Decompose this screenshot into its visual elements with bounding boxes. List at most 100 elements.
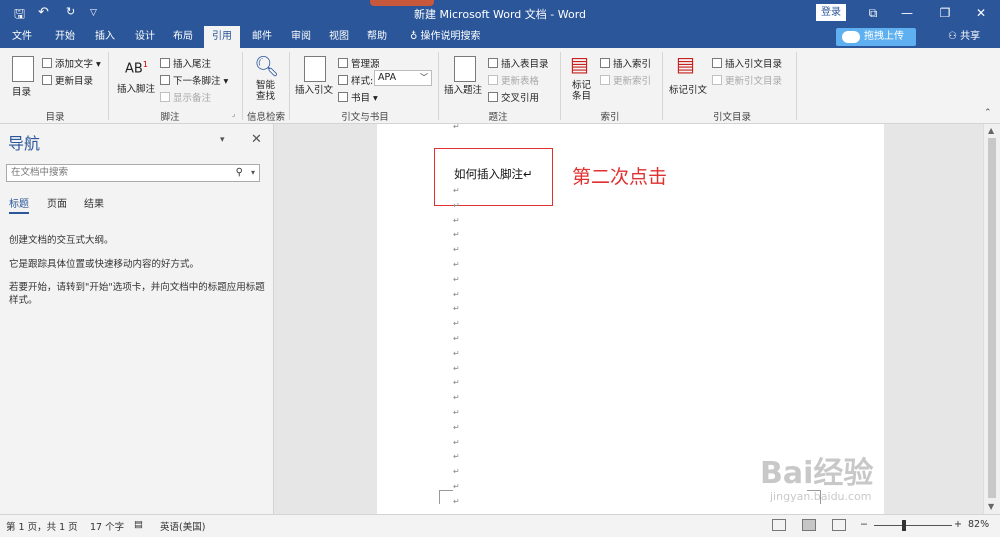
tab-view[interactable]: 视图 <box>322 26 356 48</box>
baidu-watermark: Bai经验 jingyan.baidu.com <box>748 440 948 520</box>
group-label-toc: 目录 <box>45 112 65 123</box>
insert-footnote-button[interactable]: 插入脚注 <box>117 81 155 95</box>
vertical-scrollbar[interactable]: ▲ ▼ <box>983 124 1000 514</box>
zoom-level[interactable]: 82% <box>968 519 989 530</box>
word-count[interactable]: 17 个字 <box>90 519 124 533</box>
tell-me-label: 操作说明搜索 <box>420 31 481 42</box>
update-toa-button[interactable]: 更新引文目录 <box>712 73 782 87</box>
document-text[interactable]: 如何插入脚注↵ <box>454 166 533 182</box>
update-toc-icon <box>42 75 52 85</box>
tab-mailings[interactable]: 邮件 <box>245 26 279 48</box>
insert-index-button[interactable]: 插入索引 <box>600 56 651 70</box>
insert-endnote-button[interactable]: 插入尾注 <box>160 56 211 70</box>
footnote-launcher-icon[interactable]: ⌟ <box>232 110 235 118</box>
tab-insert[interactable]: 插入 <box>88 26 122 48</box>
insert-citation-button[interactable]: 插入引文 <box>295 82 333 96</box>
cross-reference-button[interactable]: 交叉引用 <box>488 90 539 104</box>
paragraph-mark: ↵ <box>453 186 460 195</box>
undo-icon[interactable]: ↶ <box>38 5 49 20</box>
paragraph-mark: ↵ <box>453 245 460 255</box>
ribbon-display-icon[interactable]: ⧉ <box>862 3 884 23</box>
smart-lookup-label-2: 查找 <box>256 91 276 102</box>
paragraph-mark: ↵ <box>453 215 460 225</box>
zoom-out-icon[interactable]: − <box>860 519 868 530</box>
customize-qat-icon[interactable]: ▽ <box>90 8 97 18</box>
web-layout-icon[interactable] <box>832 519 846 531</box>
nav-close-icon[interactable]: ✕ <box>251 132 262 147</box>
paragraph-mark: ↵ <box>453 348 460 358</box>
tab-home[interactable]: 开始 <box>48 26 82 48</box>
nav-options-icon[interactable]: ▾ <box>220 135 225 145</box>
nav-tab-pages[interactable]: 页面 <box>47 195 67 210</box>
language-indicator[interactable]: 英语(美国) <box>160 519 205 533</box>
next-footnote-icon <box>160 75 170 85</box>
maximize-button[interactable]: ❐ <box>934 3 956 23</box>
add-text-button[interactable]: 添加文字 ▾ <box>42 56 101 70</box>
scroll-up-icon[interactable]: ▲ <box>988 126 994 135</box>
share-button[interactable]: ⚇ 共享 <box>948 26 980 48</box>
watermark-url: jingyan.baidu.com <box>770 490 872 503</box>
paragraph-mark: ↵ <box>453 467 460 477</box>
tab-file[interactable]: 文件 <box>4 26 40 48</box>
print-layout-icon[interactable] <box>802 519 816 531</box>
paragraph-mark: ↵ <box>453 334 460 343</box>
close-button[interactable]: ✕ <box>970 3 992 23</box>
zoom-slider-track[interactable] <box>874 525 952 526</box>
separator <box>108 52 109 120</box>
manage-sources-button[interactable]: 管理源 <box>338 56 380 70</box>
update-toc-button[interactable]: 更新目录 <box>42 73 93 87</box>
smart-lookup-button[interactable]: 智能 查找 <box>256 80 275 102</box>
insert-table-of-figures-button[interactable]: 插入表目录 <box>488 56 549 70</box>
update-index-button[interactable]: 更新索引 <box>600 73 651 87</box>
tab-references[interactable]: 引用 <box>204 26 240 48</box>
table-of-figures-label: 插入表目录 <box>501 59 549 70</box>
search-icon[interactable]: ⚲ <box>236 165 243 181</box>
paragraph-mark: ↵ <box>453 378 460 388</box>
search-dropdown-icon[interactable]: ▾ <box>251 165 255 181</box>
citation-style-select[interactable]: APA ﹀ <box>374 70 432 86</box>
page-count[interactable]: 第 1 页，共 1 页 <box>6 519 78 533</box>
mark-citation-button[interactable]: 标记引文 <box>669 82 707 96</box>
update-table-button[interactable]: 更新表格 <box>488 73 539 87</box>
mark-entry-button[interactable]: 标记 条目 <box>572 80 591 102</box>
insert-toa-button[interactable]: 插入引文目录 <box>712 56 782 70</box>
zoom-in-icon[interactable]: + <box>954 519 962 530</box>
redo-icon[interactable]: ↻ <box>66 5 75 18</box>
next-footnote-button[interactable]: 下一条脚注 ▾ <box>160 73 228 87</box>
tab-design[interactable]: 设计 <box>128 26 162 48</box>
bibliography-button[interactable]: 书目 ▾ <box>338 90 378 104</box>
citation-style-value: APA <box>378 72 397 83</box>
zoom-slider-thumb[interactable] <box>902 520 906 531</box>
insert-toa-label: 插入引文目录 <box>725 59 783 70</box>
read-mode-icon[interactable] <box>772 519 786 531</box>
show-notes-label: 显示备注 <box>173 93 212 104</box>
paragraph-mark: ↵ <box>453 122 460 131</box>
nav-tab-headings[interactable]: 标题 <box>9 195 29 214</box>
nav-search-placeholder: 在文档中搜索 <box>11 167 69 178</box>
toc-button[interactable]: 目录 <box>12 84 31 98</box>
minimize-button[interactable]: — <box>896 3 918 23</box>
tell-me-search[interactable]: ♁ 操作说明搜索 <box>410 26 481 48</box>
update-table-label: 更新表格 <box>501 76 540 87</box>
paragraph-mark: ↵ <box>453 496 460 506</box>
tab-help[interactable]: 帮助 <box>360 26 394 48</box>
show-notes-button[interactable]: 显示备注 <box>160 90 211 104</box>
tab-review[interactable]: 审阅 <box>284 26 318 48</box>
scroll-down-icon[interactable]: ▼ <box>988 502 994 511</box>
save-icon[interactable]: 🖫 <box>14 5 25 27</box>
insert-toa-icon <box>712 58 722 68</box>
insert-caption-button[interactable]: 插入题注 <box>444 82 482 96</box>
navigation-pane: 导航 ▾ ✕ 在文档中搜索 ⚲ ▾ 标题 页面 结果 创建文档的交互式大纲。 它… <box>0 124 274 514</box>
tab-layout[interactable]: 布局 <box>166 26 200 48</box>
paragraph-mark: ↵ <box>453 422 460 432</box>
proofing-icon[interactable]: ▤ <box>134 519 143 530</box>
bibliography-icon <box>338 92 348 102</box>
cloud-icon <box>842 31 860 43</box>
scroll-thumb[interactable] <box>988 138 996 498</box>
login-button[interactable]: 登录 <box>816 4 846 21</box>
nav-search-input[interactable]: 在文档中搜索 ⚲ ▾ <box>6 164 260 182</box>
nav-title: 导航 <box>8 134 41 153</box>
nav-tab-results[interactable]: 结果 <box>84 195 104 210</box>
collapse-ribbon-icon[interactable]: ⌃ <box>984 108 992 118</box>
upload-button[interactable]: 拖拽上传 <box>836 28 916 46</box>
